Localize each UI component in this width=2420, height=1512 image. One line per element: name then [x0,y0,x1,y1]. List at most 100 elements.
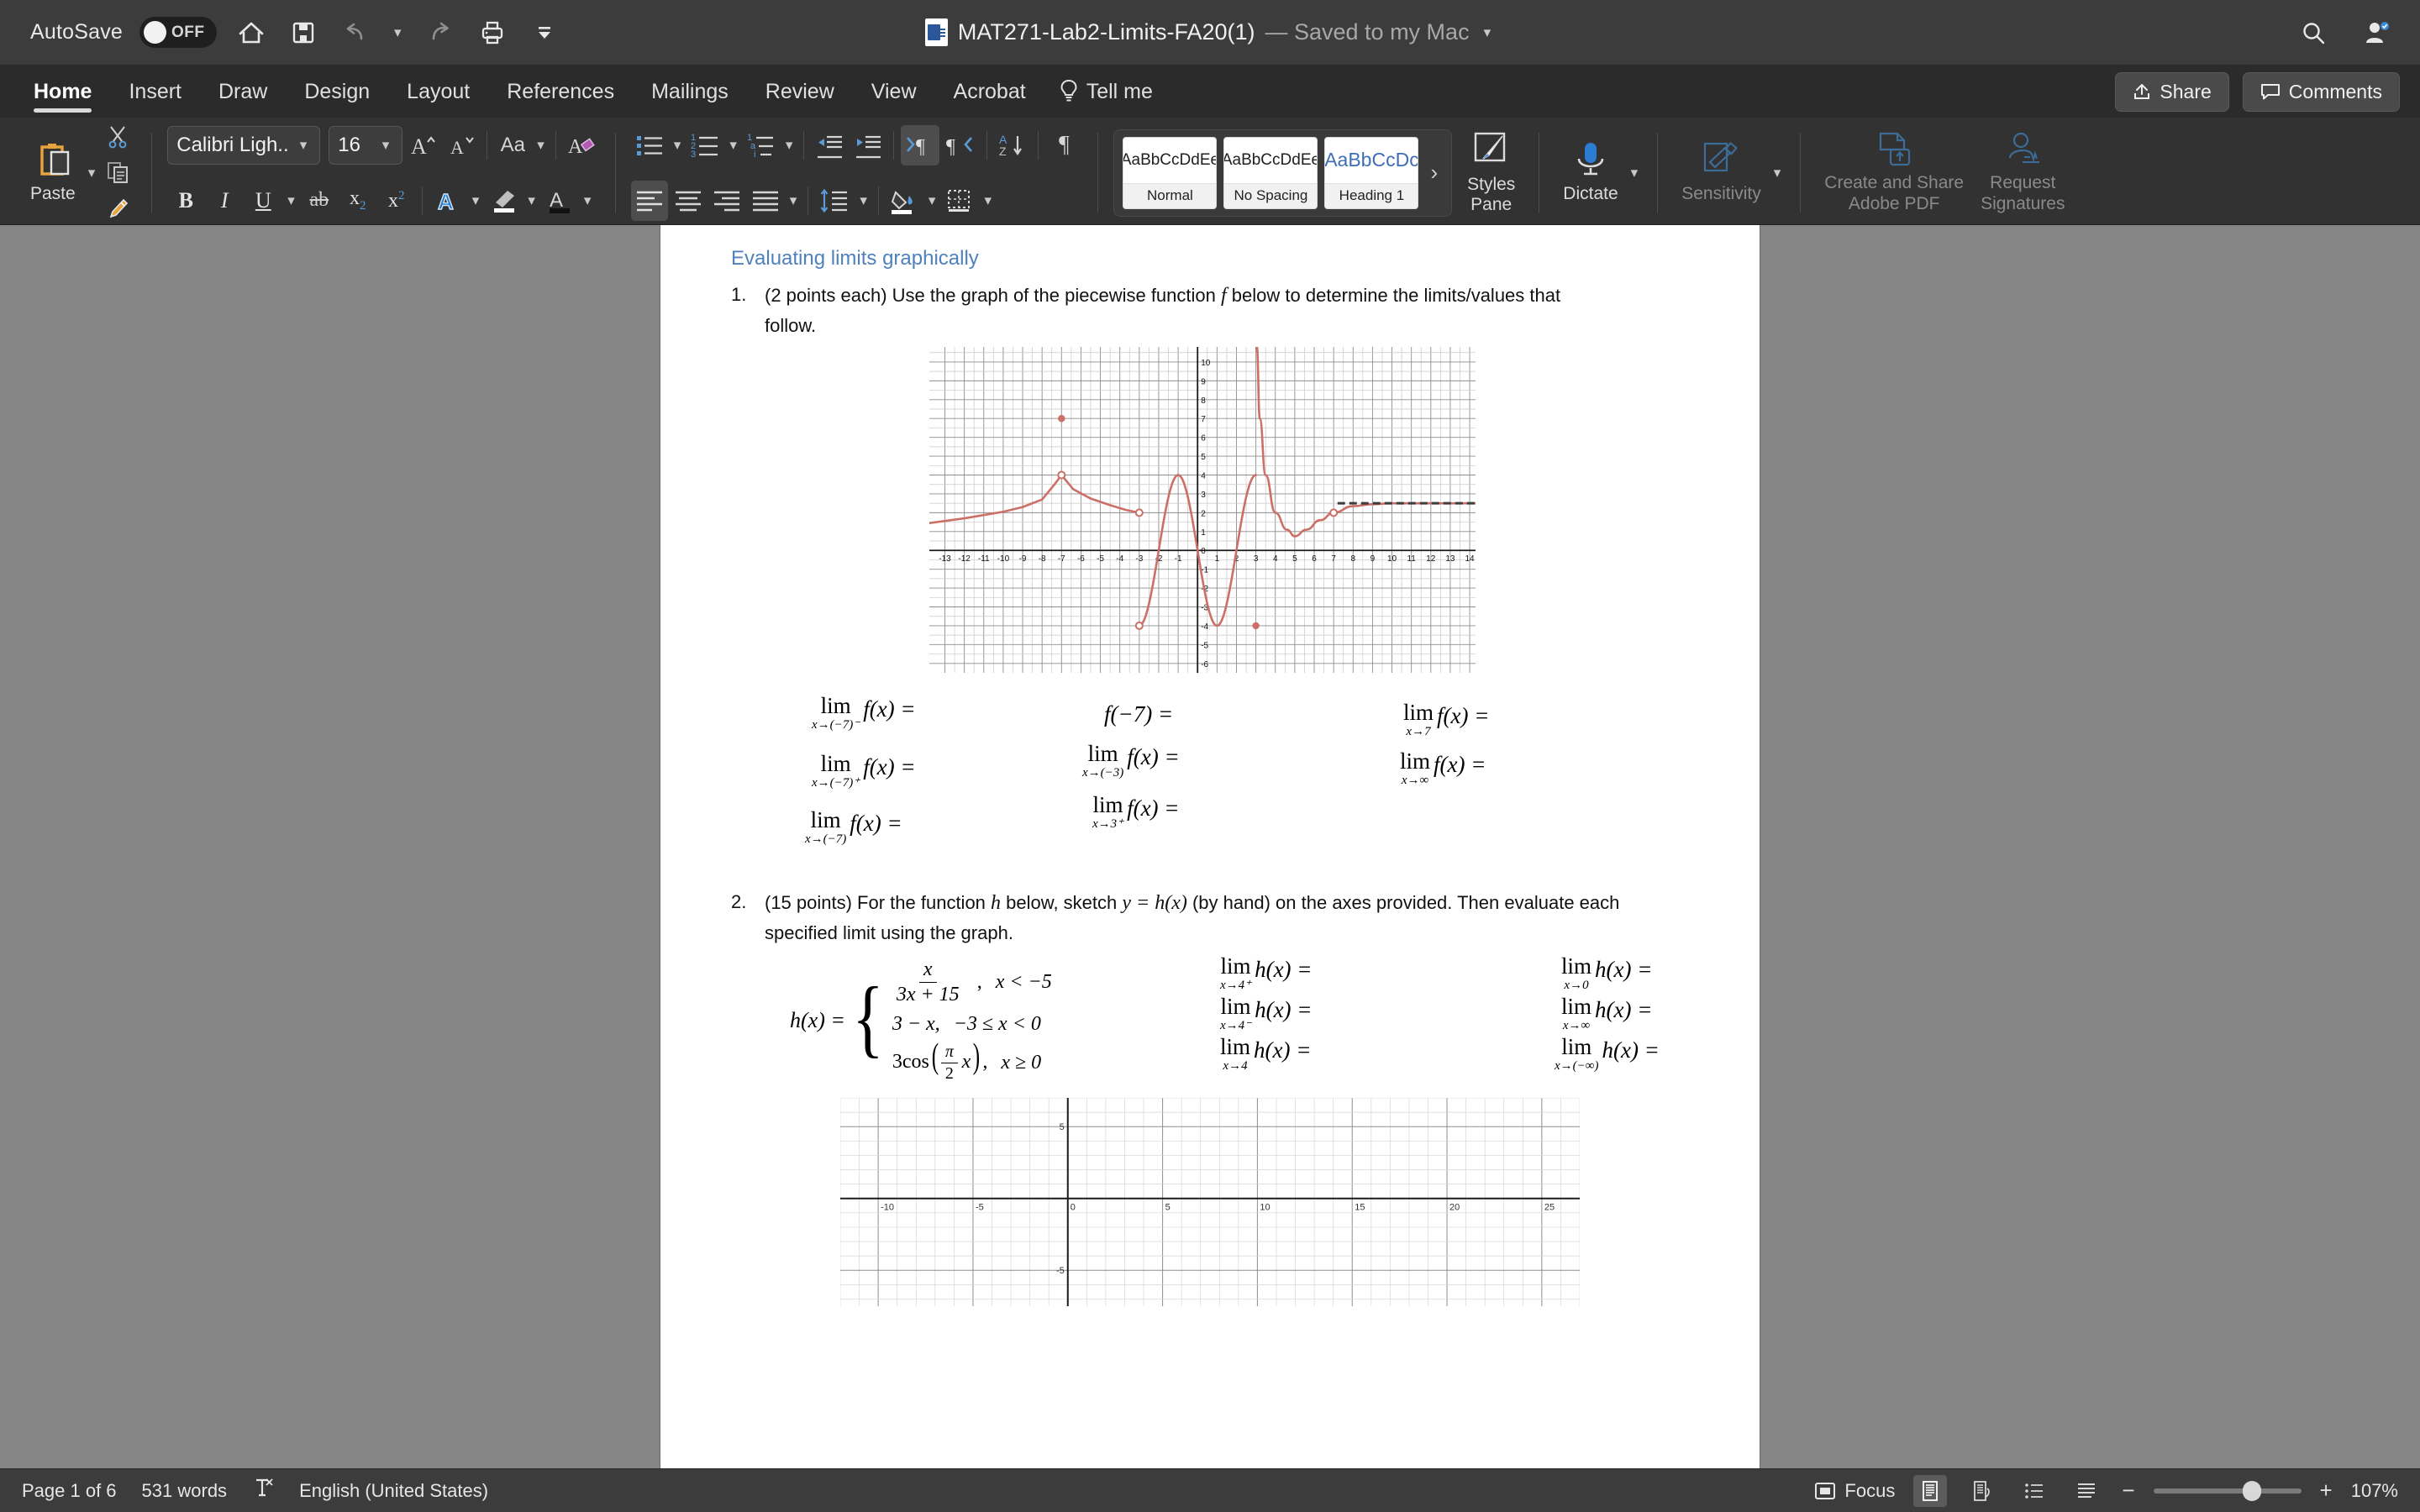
align-right-button[interactable] [708,181,745,221]
draft-icon[interactable] [2070,1475,2103,1507]
ltr-text-direction-button[interactable]: ¶ [901,124,940,165]
tab-references[interactable]: References [488,66,633,118]
style-normal[interactable]: AaBbCcDdEe Normal [1123,136,1218,209]
word-count[interactable]: 531 words [142,1480,228,1502]
text-effects-chevron-down-icon[interactable]: ▾ [468,192,484,209]
increase-indent-button[interactable] [850,125,886,165]
zoom-out-button[interactable]: − [2122,1478,2134,1504]
search-icon[interactable] [2296,15,2331,50]
zoom-level[interactable]: 107% [2351,1480,2398,1502]
paste-chevron-down-icon[interactable]: ▾ [84,165,100,181]
sort-button[interactable]: AZ [994,125,1031,165]
dictate-chevron-down-icon[interactable]: ▾ [1627,165,1643,181]
styles-gallery-next-icon[interactable]: › [1425,160,1443,186]
underline-button[interactable]: U [245,181,281,221]
font-family-select[interactable]: Calibri Ligh... ▾ [167,125,321,165]
shading-button[interactable] [886,181,923,221]
focus-button[interactable]: Focus [1814,1480,1895,1502]
tab-view[interactable]: View [853,66,935,118]
print-layout-icon[interactable] [1913,1474,1948,1507]
font-color-button[interactable]: A [541,181,578,221]
highlight-chevron-down-icon[interactable]: ▾ [523,192,539,209]
font-size-select[interactable]: 16 ▾ [329,125,403,165]
undo-chevron-down-icon[interactable]: ▾ [390,24,406,41]
numbering-chevron-down-icon[interactable]: ▾ [725,137,741,154]
cut-button[interactable] [99,121,136,153]
tab-layout[interactable]: Layout [388,66,488,118]
document-workspace[interactable]: Evaluating limits graphically 1. (2 poin… [0,225,2420,1468]
justify-button[interactable] [747,181,784,221]
zoom-in-button[interactable]: + [2320,1478,2333,1504]
style-no-spacing[interactable]: AaBbCcDdEe No Spacing [1223,136,1318,209]
bold-button[interactable]: B [167,181,204,221]
document-page[interactable]: Evaluating limits graphically 1. (2 poin… [660,225,1760,1468]
autosave-toggle[interactable]: OFF [139,17,218,48]
web-layout-icon[interactable] [1965,1475,1999,1507]
outline-icon[interactable] [2018,1475,2051,1507]
align-left-button[interactable] [630,180,668,221]
multilevel-list-button[interactable]: 1ai [743,125,780,165]
proofing-errors-icon[interactable] [252,1477,274,1505]
format-painter-button[interactable] [99,192,136,224]
tab-draw[interactable]: Draw [200,66,286,118]
rtl-text-direction-button[interactable]: ¶ [941,125,980,165]
tab-review[interactable]: Review [747,66,853,118]
italic-button[interactable]: I [206,181,243,221]
sensitivity-button[interactable]: Sensitivity [1673,140,1770,204]
grow-font-button[interactable]: A [404,125,441,165]
strikethrough-button[interactable]: ab [301,181,338,221]
home-icon[interactable] [234,15,269,50]
dictate-button[interactable]: Dictate [1555,140,1626,204]
shading-chevron-down-icon[interactable]: ▾ [924,192,940,209]
superscript-button[interactable]: x2 [378,181,415,221]
line-spacing-chevron-down-icon[interactable]: ▾ [855,192,871,209]
create-share-adobe-pdf-button[interactable]: Create and Share Adobe PDF [1816,131,1972,213]
zoom-slider[interactable] [2153,1480,2302,1501]
decrease-indent-button[interactable] [811,125,848,165]
customize-toolbar-icon[interactable] [527,15,562,50]
change-case-button[interactable]: Aa [494,125,531,165]
align-center-button[interactable] [670,181,707,221]
page-info[interactable]: Page 1 of 6 [22,1480,117,1502]
request-signatures-button[interactable]: Request Signatures [1972,131,2073,213]
borders-button[interactable] [941,181,978,221]
show-formatting-marks-button[interactable]: ¶ [1045,125,1082,165]
copy-button[interactable] [99,156,136,188]
sensitivity-chevron-down-icon[interactable]: ▾ [1770,165,1786,181]
line-spacing-button[interactable] [815,181,854,221]
clear-formatting-button[interactable]: A [563,125,600,165]
tell-me-button[interactable]: Tell me [1044,79,1168,104]
subscript-button[interactable]: x2 [339,181,376,221]
document-title[interactable]: MAT271-Lab2-Limits-FA20(1) [958,19,1255,45]
redo-icon[interactable] [423,15,458,50]
shrink-font-button[interactable]: A [443,125,480,165]
tab-mailings[interactable]: Mailings [633,66,747,118]
tab-home[interactable]: Home [15,66,110,118]
print-icon[interactable] [475,15,510,50]
zoom-slider-handle[interactable] [2242,1480,2261,1501]
paste-button[interactable]: Paste [22,140,84,204]
tab-acrobat[interactable]: Acrobat [935,66,1044,118]
styles-pane-button[interactable]: Styles Pane [1459,131,1523,214]
save-icon[interactable] [286,15,321,50]
tab-design[interactable]: Design [286,66,388,118]
bullets-chevron-down-icon[interactable]: ▾ [670,137,686,154]
text-effects-button[interactable]: A [429,181,466,221]
highlight-button[interactable] [485,181,522,221]
undo-icon[interactable] [338,15,373,50]
font-color-chevron-down-icon[interactable]: ▾ [580,192,596,209]
style-heading-1[interactable]: AaBbCcDc Heading 1 [1324,136,1419,209]
tab-insert[interactable]: Insert [110,66,200,118]
change-case-chevron-down-icon[interactable]: ▾ [533,137,549,154]
bullets-button[interactable] [631,125,668,165]
justify-chevron-down-icon[interactable]: ▾ [786,192,802,209]
language-indicator[interactable]: English (United States) [299,1480,488,1502]
comments-button[interactable]: Comments [2242,71,2400,112]
account-icon[interactable] [2360,15,2395,50]
multilevel-list-chevron-down-icon[interactable]: ▾ [781,137,797,154]
title-chevron-down-icon[interactable]: ▾ [1480,24,1496,41]
underline-chevron-down-icon[interactable]: ▾ [283,192,299,209]
borders-chevron-down-icon[interactable]: ▾ [980,192,996,209]
numbering-button[interactable]: 123 [687,125,723,165]
share-button[interactable]: Share [2115,71,2229,112]
